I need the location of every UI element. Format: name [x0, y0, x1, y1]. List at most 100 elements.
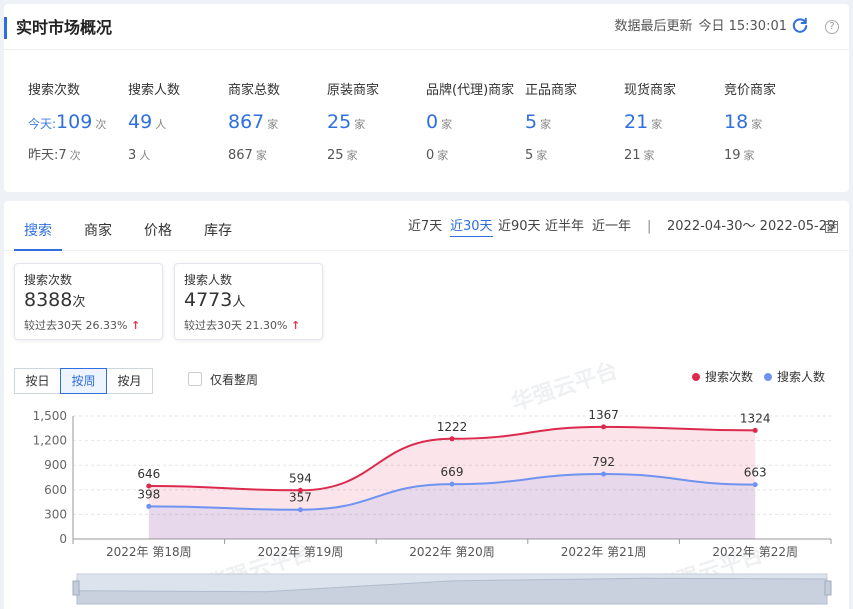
yesterday-label: 昨天:: [28, 148, 59, 163]
x-tick-label: 2022年 第21周: [561, 545, 647, 559]
data-label: 1367: [588, 408, 619, 422]
x-tick-label: 2022年 第18周: [106, 545, 192, 559]
metric-unit: 次: [69, 149, 81, 162]
metric-0: 搜索次数 今天:109 次昨天:7 次: [28, 82, 128, 165]
metric-yesterday-value: 0: [426, 148, 435, 163]
whole-week-checkbox[interactable]: [188, 372, 202, 386]
kpi-number: 4773: [184, 289, 233, 311]
metric-3: 原装商家 25 家 25 家: [327, 82, 427, 165]
granularity-month[interactable]: 按月: [106, 368, 153, 394]
data-label: 792: [592, 455, 615, 469]
legend-label: 搜索次数: [705, 370, 754, 384]
kpi-compare: 较过去30天 26.33% ↑: [24, 318, 162, 334]
metric-today-value: 18: [724, 111, 749, 133]
metric-yesterday-value: 3: [128, 148, 137, 163]
data-label: 663: [744, 466, 767, 480]
tab-bar: 搜索 商家 价格 库存 近7天 近30天 近90天 近半年 近一年 | 2022…: [4, 201, 849, 251]
metric-1: 搜索人数 49 人 3 人: [128, 82, 228, 165]
data-label: 357: [289, 491, 312, 505]
today-label: 今天:: [28, 117, 57, 131]
range-90d[interactable]: 近90天: [498, 218, 541, 236]
metric-name: 品牌(代理)商家: [426, 83, 515, 98]
zoom-handle-right[interactable]: [824, 580, 832, 596]
data-point: [601, 424, 607, 430]
kpi-label: 搜索次数: [24, 273, 73, 287]
metric-unit: 家: [267, 118, 279, 131]
data-label: 594: [289, 471, 312, 485]
metric-5: 正品商家 5 家 5 家: [525, 82, 625, 165]
legend-item-count[interactable]: 搜索次数: [692, 369, 753, 385]
range-7d[interactable]: 近7天: [408, 218, 442, 236]
kpi-search-users[interactable]: 搜索人数 4773人 较过去30天 21.30% ↑: [174, 263, 323, 340]
kpi-compare: 较过去30天 21.30% ↑: [184, 318, 322, 334]
metric-unit: 家: [354, 118, 366, 131]
kpi-compare-text: 较过去30天 26.33%: [24, 319, 128, 332]
metric-6: 现货商家 21 家 21 家: [624, 82, 724, 165]
range-half-year[interactable]: 近半年: [545, 218, 584, 236]
data-point: [146, 503, 152, 509]
refresh-icon[interactable]: [791, 17, 809, 35]
metric-yesterday-value: 867: [228, 148, 253, 163]
metric-today-value: 25: [327, 111, 352, 133]
last-update-time: 今日 15:30:01: [698, 19, 787, 34]
metric-yesterday-value: 5: [525, 148, 534, 163]
data-label: 1222: [437, 420, 468, 434]
range-30d[interactable]: 近30天: [450, 218, 493, 237]
metric-yesterday-value: 25: [327, 148, 344, 163]
metric-name: 商家总数: [228, 83, 281, 98]
metric-4: 品牌(代理)商家 0 家 0 家: [426, 82, 526, 165]
active-tab-indicator: [14, 249, 62, 251]
data-point: [449, 436, 455, 442]
x-tick-label: 2022年 第22周: [712, 545, 798, 559]
data-point: [752, 482, 758, 488]
metric-name: 现货商家: [624, 83, 677, 98]
help-icon[interactable]: ?: [825, 20, 839, 34]
tab-price[interactable]: 价格: [144, 222, 172, 240]
range-separator: |: [647, 219, 652, 234]
y-tick-label: 0: [59, 532, 67, 546]
metric-2: 商家总数 867 家 867 家: [228, 82, 328, 165]
metric-unit: 家: [536, 149, 548, 162]
metric-unit: 次: [95, 118, 107, 131]
legend-item-users[interactable]: 搜索人数: [764, 369, 825, 385]
data-point: [601, 471, 607, 477]
metric-yesterday-value: 19: [724, 148, 741, 163]
tab-search[interactable]: 搜索: [24, 222, 52, 240]
y-tick-label: 1,200: [33, 434, 67, 448]
granularity-day[interactable]: 按日: [14, 368, 61, 394]
tab-inventory[interactable]: 库存: [204, 222, 232, 240]
page-title: 实时市场概况: [4, 17, 112, 39]
metric-unit: 家: [255, 149, 267, 162]
date-range[interactable]: 2022-04-30～ 2022-05-29: [667, 218, 835, 236]
metric-unit: 人: [139, 149, 151, 162]
metric-unit: 人: [155, 118, 167, 131]
data-label: 646: [137, 467, 160, 481]
y-tick-label: 900: [44, 458, 67, 472]
metric-unit: 家: [540, 118, 552, 131]
calendar-icon[interactable]: [825, 220, 838, 233]
metric-today-value: 109: [56, 111, 93, 133]
granularity-week[interactable]: 按周: [60, 368, 107, 394]
trend-chart: 0 300 600 900 1,200 1,500 2022年 第18周 2022年 第19周…: [33, 408, 832, 605]
metric-today-value: 49: [128, 111, 153, 133]
metric-today-value: 5: [525, 111, 538, 133]
zoom-handle-left[interactable]: [72, 580, 80, 596]
kpi-value: 8388次: [24, 288, 162, 315]
data-label: 398: [137, 487, 160, 501]
kpi-search-count[interactable]: 搜索次数 8388次 较过去30天 26.33% ↑: [14, 263, 163, 340]
metric-today-value: 0: [426, 111, 439, 133]
tab-merchant[interactable]: 商家: [84, 222, 112, 240]
metric-yesterday-value: 21: [624, 148, 641, 163]
range-one-year[interactable]: 近一年: [592, 218, 631, 236]
last-update-label: 数据最后更新: [614, 19, 693, 34]
data-point: [297, 507, 303, 513]
metric-unit: 家: [743, 149, 755, 162]
data-point: [752, 427, 758, 433]
kpi-label: 搜索人数: [184, 273, 233, 287]
metric-name: 正品商家: [525, 83, 578, 98]
metric-today-value: 21: [624, 111, 649, 133]
metric-unit: 家: [346, 149, 358, 162]
metric-unit: 家: [643, 149, 655, 162]
metric-name: 竞价商家: [724, 83, 777, 98]
metric-unit: 家: [437, 149, 449, 162]
